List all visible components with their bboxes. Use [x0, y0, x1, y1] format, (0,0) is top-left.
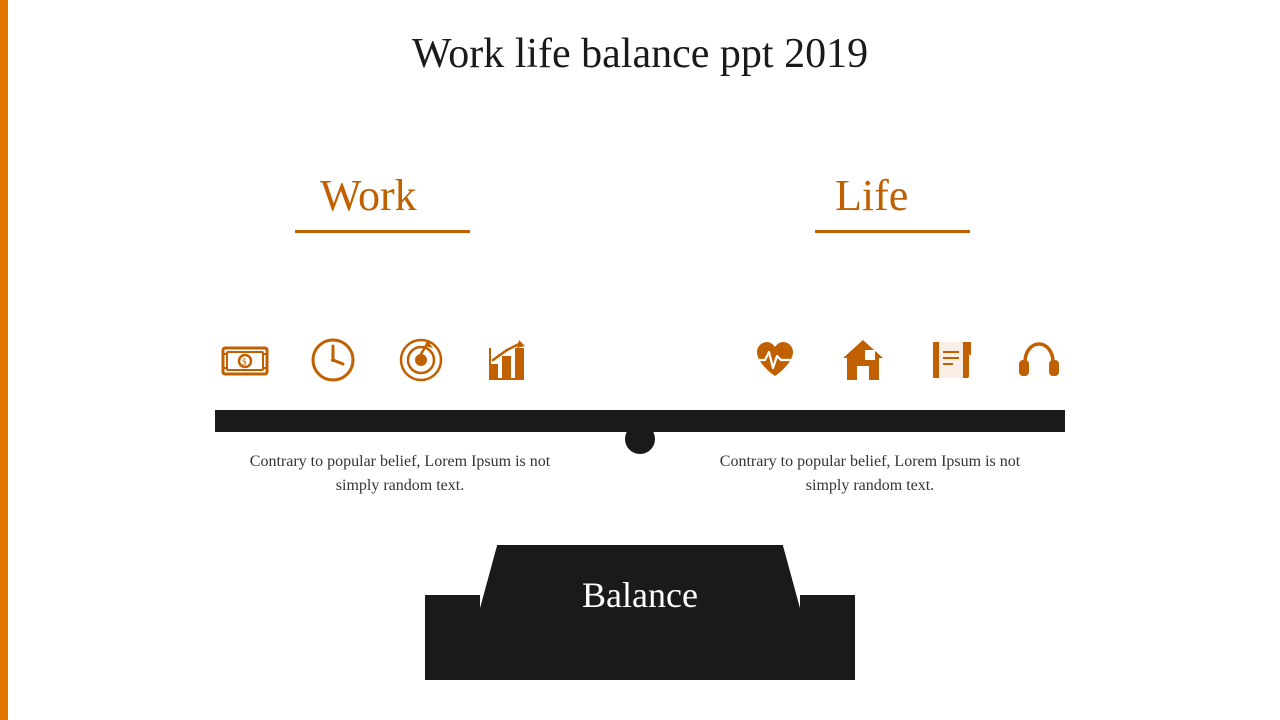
clock-icon — [298, 325, 368, 395]
money-icon: $ — [210, 325, 280, 395]
life-underline — [815, 230, 970, 233]
book-icon — [916, 325, 986, 395]
fulcrum-circle — [625, 424, 655, 454]
stand-right-notch — [800, 595, 855, 645]
balance-stand: Balance — [470, 545, 810, 645]
balance-label: Balance — [582, 574, 698, 616]
target-icon — [386, 325, 456, 395]
left-accent-bar — [0, 0, 8, 720]
chart-icon — [474, 325, 544, 395]
home-icon — [828, 325, 898, 395]
stand-left-notch — [425, 595, 480, 645]
life-icons — [740, 325, 1074, 395]
headphones-icon — [1004, 325, 1074, 395]
work-icons: $ — [210, 325, 544, 395]
life-label: Life — [835, 170, 908, 221]
balance-pedestal: Balance — [470, 545, 810, 645]
page-title: Work life balance ppt 2019 — [412, 30, 868, 78]
heart-rate-icon — [740, 325, 810, 395]
work-text: Contrary to popular belief, Lorem Ipsum … — [245, 450, 555, 498]
life-text: Contrary to popular belief, Lorem Ipsum … — [715, 450, 1025, 498]
work-label: Work — [320, 170, 417, 221]
stand-base — [425, 645, 855, 680]
work-underline — [295, 230, 470, 233]
stand-top: Balance — [470, 545, 810, 645]
svg-text:$: $ — [242, 357, 247, 367]
